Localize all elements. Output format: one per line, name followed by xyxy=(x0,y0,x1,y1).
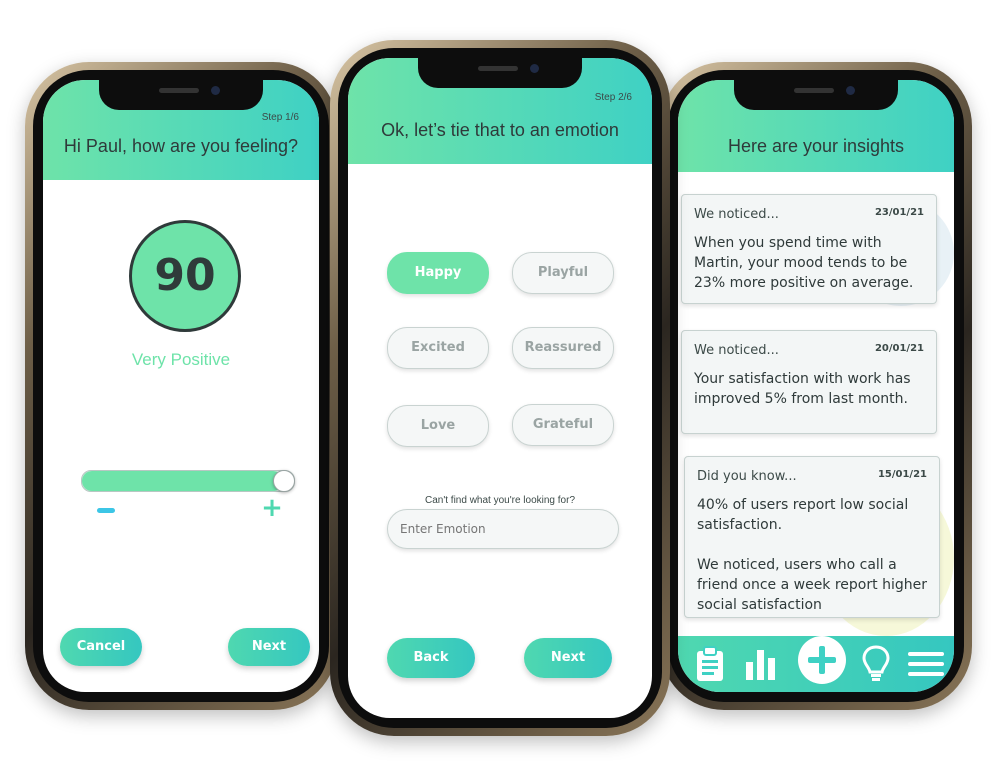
cant-find-prompt: Can't find what you're looking for? xyxy=(424,495,575,506)
emotion-search-input[interactable] xyxy=(387,509,619,549)
card-label: Did you know... xyxy=(697,469,797,484)
cancel-button[interactable]: Cancel xyxy=(60,628,142,666)
phone-notch xyxy=(734,80,898,110)
phone-notch xyxy=(418,58,582,88)
emotion-option-reassured[interactable]: Reassured xyxy=(512,327,614,369)
add-icon[interactable] xyxy=(796,634,848,690)
step-indicator: Step 2/6 xyxy=(594,92,632,103)
score-circle: 90 xyxy=(129,220,241,332)
mood-label: Very Positive xyxy=(131,350,231,369)
phone-frame-left: Step 1/6 Hi Paul, how are you feeling? 9… xyxy=(25,62,337,710)
insight-card[interactable]: Did you know... 15/01/21 40% of users re… xyxy=(684,456,940,618)
card-text: 40% of users report low social satisfact… xyxy=(697,497,909,533)
insight-card[interactable]: We noticed... 20/01/21 Your satisfaction… xyxy=(681,330,937,434)
insight-card[interactable]: We noticed... 23/01/21 When you spend ti… xyxy=(681,194,937,304)
emotion-option-playful[interactable]: Playful xyxy=(512,252,614,294)
card-text-secondary: We noticed, users who call a friend once… xyxy=(697,557,927,613)
phone-frame-right: Here are your insights We noticed... 23/… xyxy=(660,62,972,710)
next-button[interactable]: Next xyxy=(228,628,310,666)
mood-slider[interactable] xyxy=(81,470,295,492)
score-value: 90 xyxy=(154,250,216,301)
emotion-option-grateful[interactable]: Grateful xyxy=(512,404,614,446)
slider-fill xyxy=(82,471,283,491)
slider-handle[interactable] xyxy=(273,470,295,492)
card-date: 15/01/21 xyxy=(877,469,927,480)
emotion-option-excited[interactable]: Excited xyxy=(387,327,489,369)
card-label: We noticed... xyxy=(694,207,779,222)
clipboard-icon[interactable] xyxy=(694,646,726,686)
emotion-option-love[interactable]: Love xyxy=(387,405,489,447)
screen-emotion-select: Step 2/6 Ok, let’s tie that to an emotio… xyxy=(348,58,652,718)
decrease-button[interactable] xyxy=(97,508,115,513)
increase-button[interactable]: + xyxy=(257,493,287,523)
card-label: We noticed... xyxy=(694,343,779,358)
card-date: 23/01/21 xyxy=(874,207,924,218)
bar-chart-icon[interactable] xyxy=(744,648,778,684)
step-indicator: Step 1/6 xyxy=(261,112,299,123)
screen-insights: Here are your insights We noticed... 23/… xyxy=(678,80,954,692)
card-date: 20/01/21 xyxy=(874,343,924,354)
card-text: When you spend time with Martin, your mo… xyxy=(694,235,914,291)
screen-title: Here are your insights xyxy=(727,136,905,156)
lightbulb-icon[interactable] xyxy=(862,644,890,686)
screen-title: Hi Paul, how are you feeling? xyxy=(63,136,299,156)
bottom-nav xyxy=(678,636,954,692)
screen-title: Ok, let’s tie that to an emotion xyxy=(381,120,619,140)
emotion-option-happy[interactable]: Happy xyxy=(387,252,489,294)
card-text: Your satisfaction with work has improved… xyxy=(694,371,911,407)
phone-frame-center: Step 2/6 Ok, let’s tie that to an emotio… xyxy=(330,40,670,736)
next-button[interactable]: Next xyxy=(524,638,612,678)
back-button[interactable]: Back xyxy=(387,638,475,678)
phone-notch xyxy=(99,80,263,110)
screen-mood-score: Step 1/6 Hi Paul, how are you feeling? 9… xyxy=(43,80,319,692)
menu-icon[interactable] xyxy=(908,651,944,681)
